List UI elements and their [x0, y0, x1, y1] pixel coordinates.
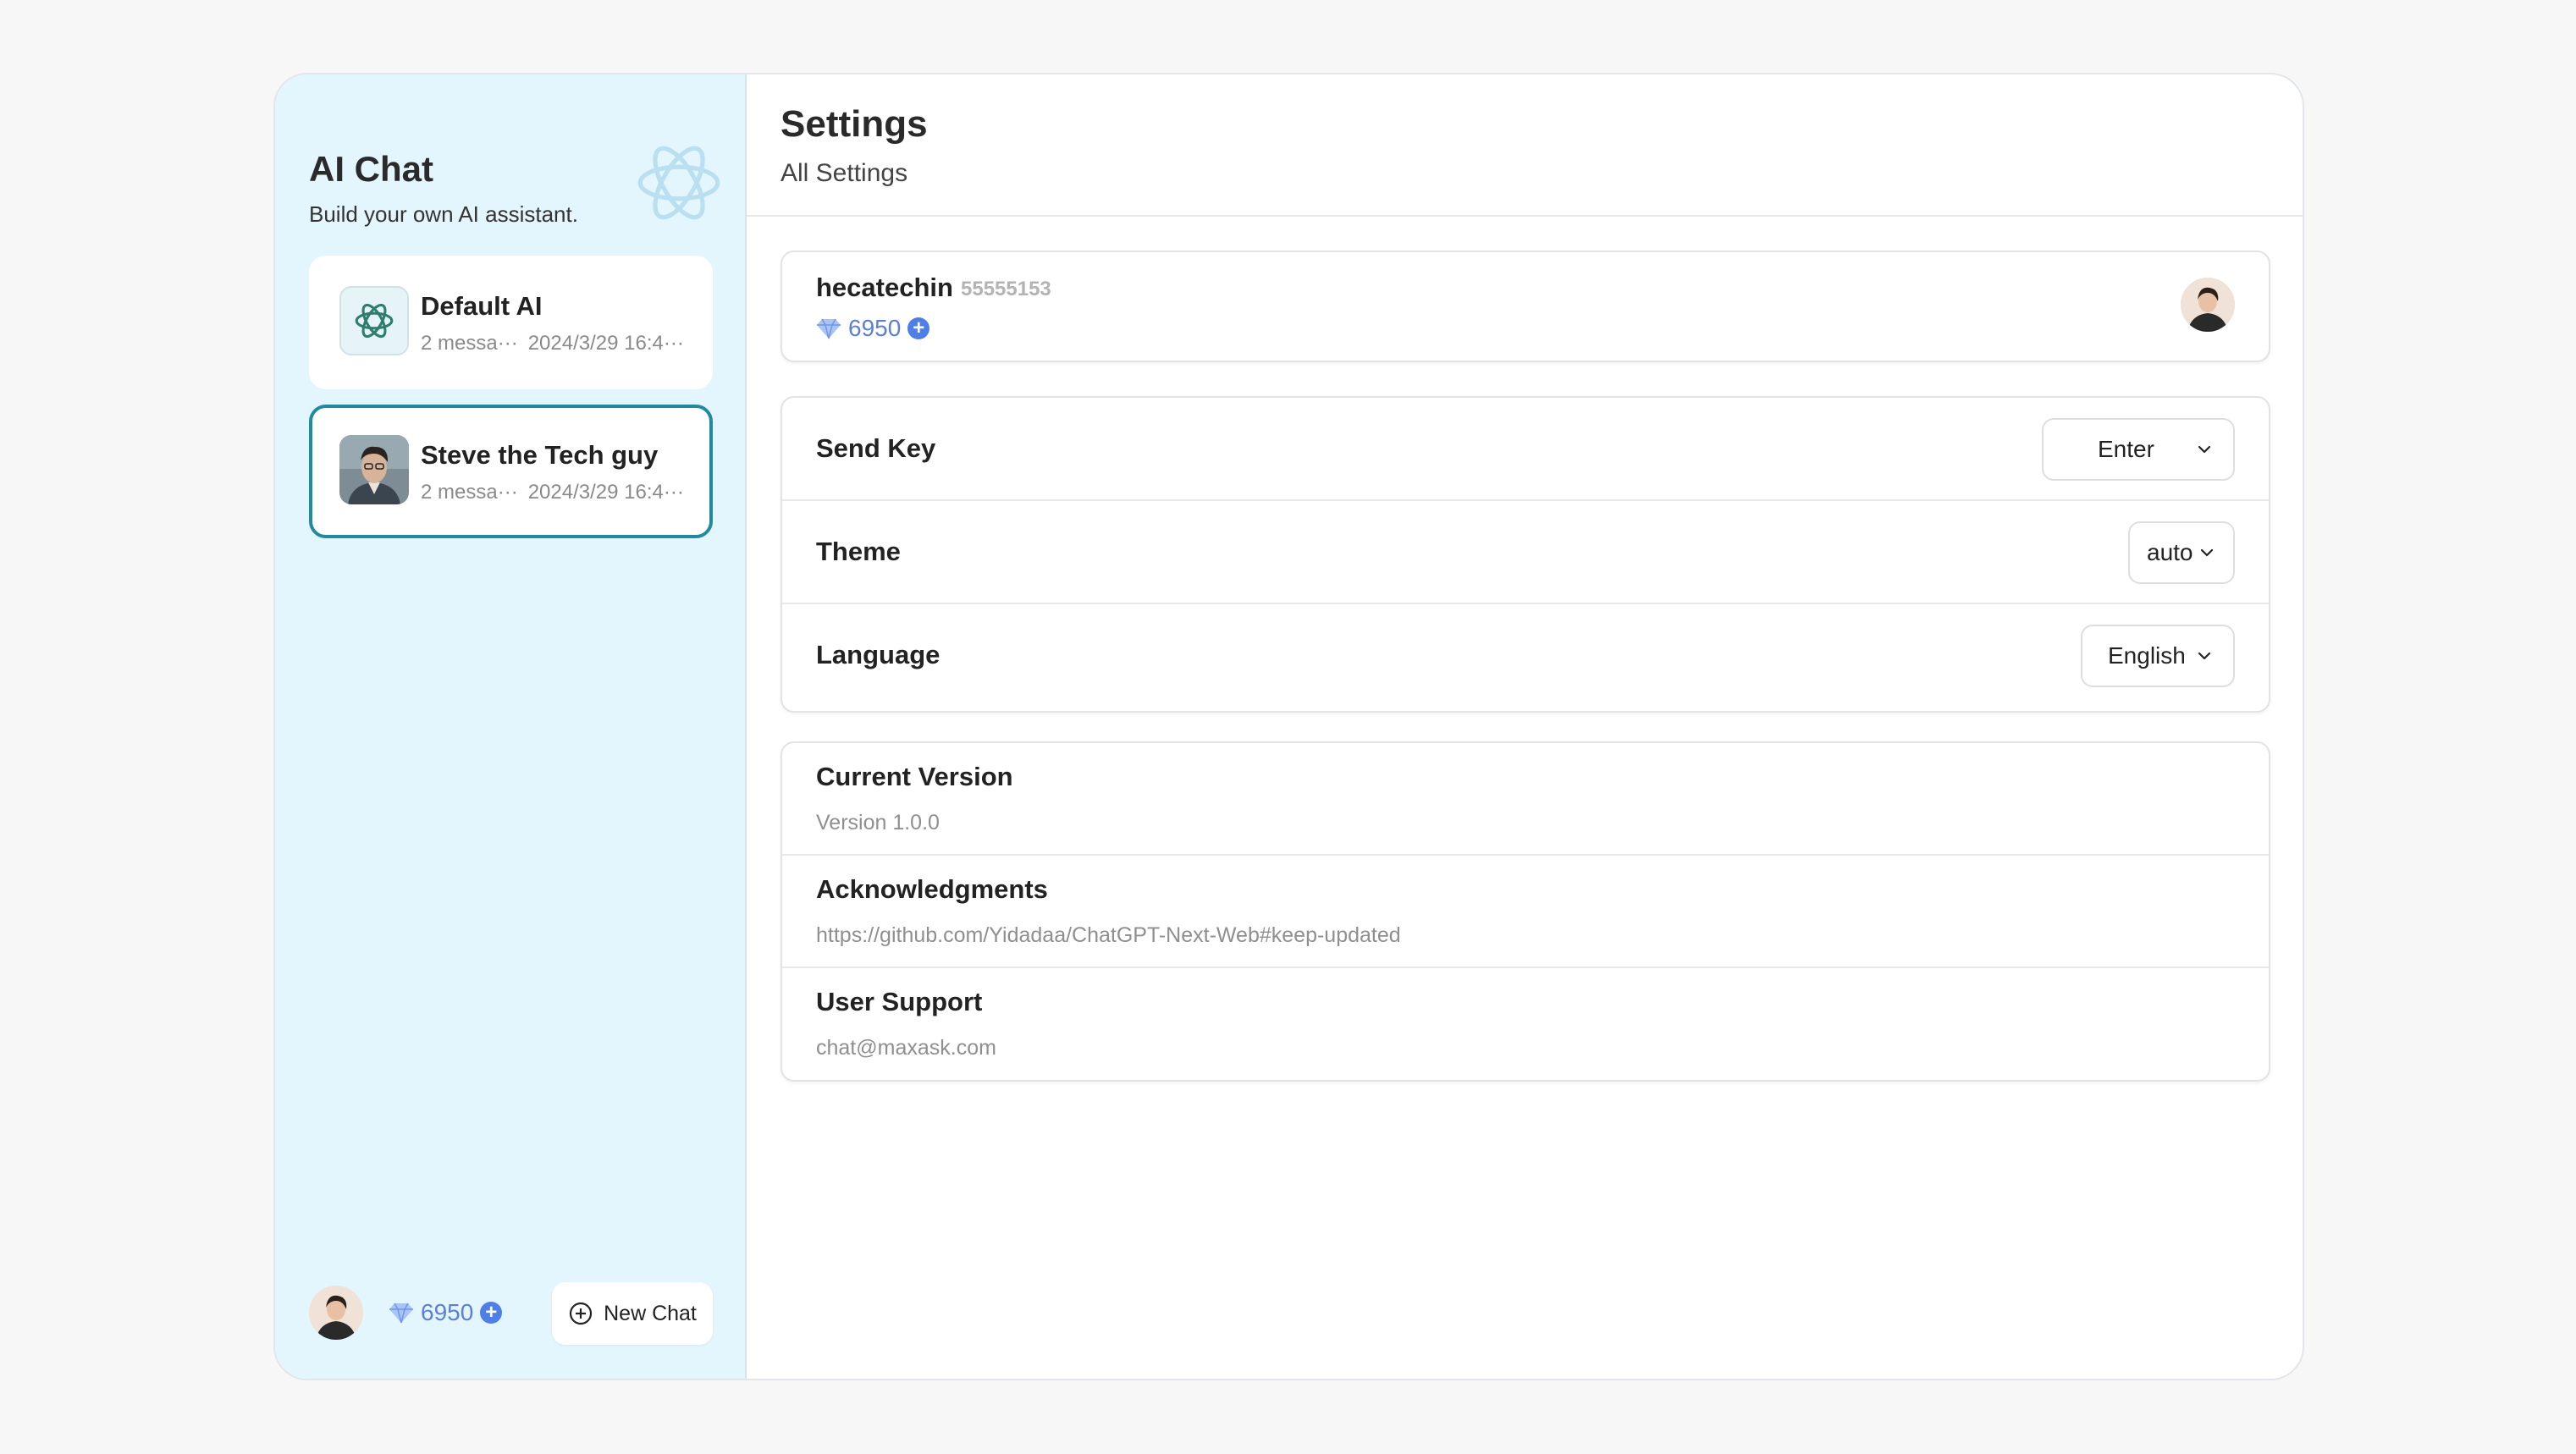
support-email[interactable]: chat@maxask.com [816, 1036, 996, 1060]
add-balance-icon[interactable]: + [480, 1302, 503, 1324]
theme-select[interactable]: auto [2128, 521, 2235, 584]
app-title: AI Chat [309, 149, 433, 189]
page-title: Settings [781, 103, 928, 145]
chat-title: Default AI [421, 291, 543, 321]
acknowledgments-link[interactable]: https://github.com/Yidadaa/ChatGPT-Next-… [816, 923, 1401, 948]
version-label: Current Version [816, 762, 1013, 791]
chat-item-steve[interactable]: Steve the Tech guy 2 messa··· 2024/3/29 1… [309, 405, 713, 538]
diamond-icon [817, 318, 841, 339]
chat-time: 2024/3/29 16:4··· [527, 481, 684, 504]
user-avatar[interactable] [309, 1286, 363, 1340]
user-id: 55555153 [961, 278, 1051, 300]
openai-logo-icon [637, 146, 720, 220]
brand: AI Chat Build your own AI assistant. [309, 149, 578, 228]
user-name: hecatechin [816, 273, 953, 302]
version-value: Version 1.0.0 [816, 811, 940, 834]
app-window: AI Chat Build your own AI assistant. Def… [273, 73, 2304, 1380]
chat-time: 2024/3/29 16:4··· [527, 332, 684, 355]
language-row: Language English [782, 604, 2269, 708]
sidebar-balance: 6950 + [389, 1299, 503, 1326]
chat-message-count: 2 messa··· [421, 481, 518, 504]
send-key-value: Enter [2098, 436, 2154, 462]
balance-value: 6950 [421, 1299, 474, 1325]
support-row[interactable]: User Support chat@maxask.com [782, 968, 2269, 1081]
chevron-down-icon [2200, 548, 2213, 557]
send-key-select[interactable]: Enter [2042, 418, 2235, 481]
balance-value: 6950 [848, 315, 902, 341]
diamond-icon [389, 1303, 413, 1324]
page-subtitle: All Settings [781, 159, 908, 187]
user-avatar[interactable] [2181, 278, 2235, 332]
preferences-card: Send Key Enter Theme auto Language Engli… [781, 396, 2270, 713]
send-key-row: Send Key Enter [782, 398, 2269, 501]
plus-circle-icon [570, 1302, 593, 1325]
acknowledgments-label: Acknowledgments [816, 874, 1048, 904]
language-label: Language [816, 640, 940, 669]
theme-value: auto [2147, 539, 2193, 565]
send-key-label: Send Key [816, 433, 936, 463]
sidebar-footer: 6950 + New Chat [309, 1282, 713, 1345]
version-row: Current Version Version 1.0.0 [782, 743, 2269, 856]
chat-item-default-ai[interactable]: Default AI 2 messa··· 2024/3/29 16:4··· [309, 256, 713, 389]
chat-title: Steve the Tech guy [421, 440, 659, 470]
chevron-down-icon [2198, 652, 2210, 660]
language-value: English [2108, 642, 2186, 669]
language-select[interactable]: English [2081, 625, 2235, 687]
openai-icon [339, 286, 409, 355]
theme-row: Theme auto [782, 501, 2269, 604]
user-card: hecatechin 55555153 6950 + [781, 251, 2270, 362]
chat-meta: 2 messa··· 2024/3/29 16:4··· [421, 481, 694, 504]
settings-header: Settings All Settings [747, 74, 2303, 217]
chat-meta: 2 messa··· 2024/3/29 16:4··· [421, 332, 694, 355]
new-chat-button[interactable]: New Chat [552, 1282, 713, 1345]
steve-portrait [339, 435, 409, 504]
theme-label: Theme [816, 537, 901, 566]
app-subtitle: Build your own AI assistant. [309, 201, 578, 227]
new-chat-label: New Chat [604, 1301, 697, 1325]
chevron-down-icon [2198, 445, 2211, 454]
settings-panel: Settings All Settings hecatechin 5555515… [747, 74, 2303, 1379]
add-balance-icon[interactable]: + [907, 317, 930, 339]
user-balance: 6950 + [816, 315, 930, 342]
sidebar: AI Chat Build your own AI assistant. Def… [275, 74, 747, 1379]
support-label: User Support [816, 987, 983, 1016]
chat-message-count: 2 messa··· [421, 332, 518, 355]
about-card: Current Version Version 1.0.0 Acknowledg… [781, 741, 2270, 1082]
acknowledgments-row[interactable]: Acknowledgments https://github.com/Yidad… [782, 856, 2269, 968]
